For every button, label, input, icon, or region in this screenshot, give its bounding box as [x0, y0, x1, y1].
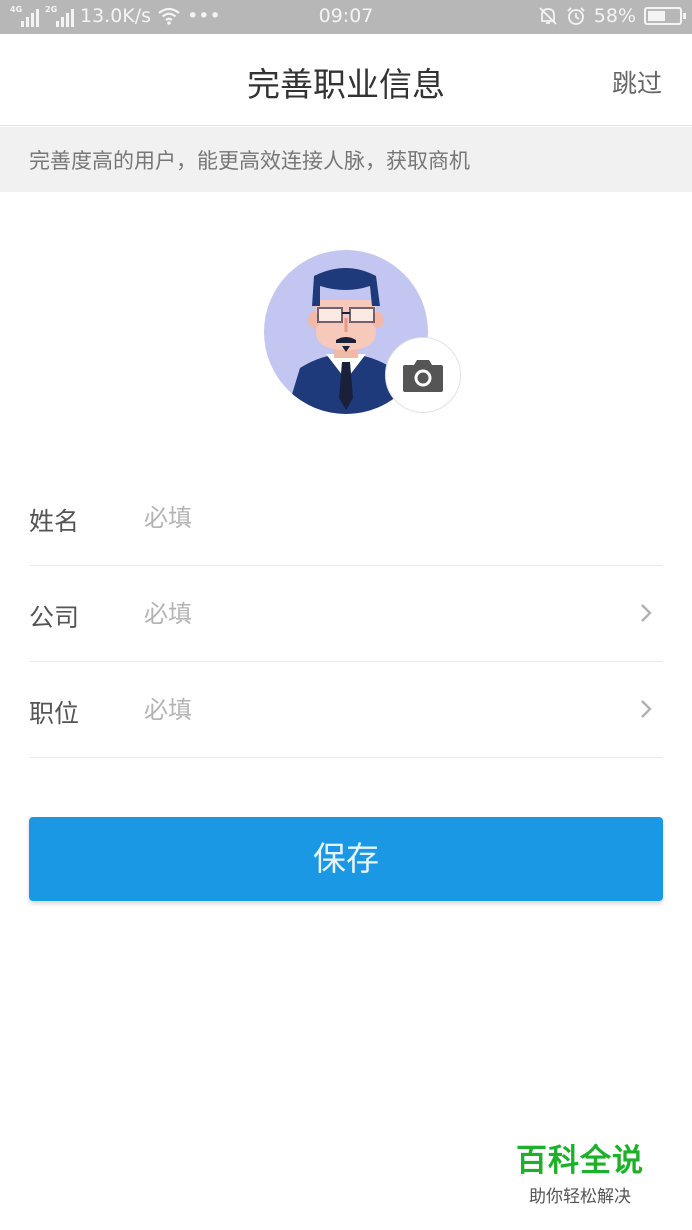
info-banner-text: 完善度高的用户，能更高效连接人脉，获取商机	[29, 149, 470, 173]
status-bar: 4G 2G 13.0K/s ••• 09:07 58%	[0, 0, 692, 34]
chevron-right-icon	[641, 604, 652, 622]
watermark-title: 百科全说	[516, 1143, 644, 1179]
avatar-section	[264, 250, 464, 420]
name-input[interactable]	[144, 494, 614, 542]
battery-percent: 58%	[593, 5, 636, 27]
save-button[interactable]: 保存	[29, 817, 663, 901]
company-label: 公司	[29, 603, 80, 632]
status-right: 58%	[538, 5, 686, 27]
watermark-logo: 百科全说 助你轻松解决	[505, 1135, 655, 1207]
profile-form: 姓名 公司 职位	[29, 470, 663, 758]
company-input[interactable]	[144, 590, 614, 638]
name-label: 姓名	[29, 507, 80, 536]
page-title: 完善职业信息	[247, 65, 445, 104]
change-avatar-button[interactable]	[385, 337, 461, 413]
battery-level	[648, 11, 666, 21]
page-header: 完善职业信息 跳过	[0, 34, 692, 126]
form-row-position[interactable]: 职位	[29, 662, 663, 758]
alarm-icon	[567, 7, 585, 25]
form-row-company[interactable]: 公司	[29, 566, 663, 662]
battery-icon	[644, 7, 686, 25]
camera-icon	[403, 360, 443, 392]
position-label: 职位	[29, 699, 80, 728]
chevron-right-icon	[641, 700, 652, 718]
info-banner: 完善度高的用户，能更高效连接人脉，获取商机	[0, 127, 692, 192]
skip-button[interactable]: 跳过	[612, 64, 662, 100]
position-input[interactable]	[144, 686, 614, 734]
watermark-subtitle: 助你轻松解决	[529, 1187, 631, 1207]
form-row-name: 姓名	[29, 470, 663, 566]
mute-bell-icon	[539, 7, 557, 25]
